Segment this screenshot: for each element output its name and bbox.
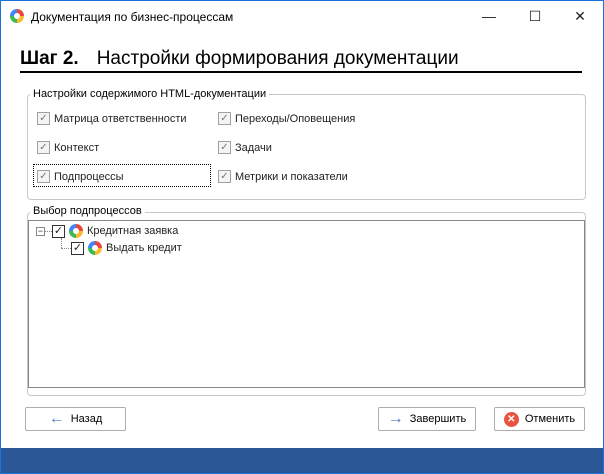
subprocess-tree[interactable]: − ✓ Кредитная заявка ✓ Выдать кредит: [28, 220, 585, 388]
page-title: Шаг 2. Настройки формирования документаци…: [20, 48, 459, 70]
cancel-button[interactable]: ✕ Отменить: [494, 407, 585, 431]
step-label: Шаг 2.: [20, 48, 79, 69]
checkbox-icon: ✓: [218, 170, 231, 183]
tree-line: [61, 248, 71, 249]
app-logo-icon: [10, 9, 24, 23]
minimize-button[interactable]: —: [466, 1, 512, 31]
window-title: Документация по бизнес-процессам: [31, 10, 234, 24]
subprocess-legend: Выбор подпроцессов: [30, 205, 145, 217]
checkbox-icon: ✓: [218, 141, 231, 154]
back-button[interactable]: ← Назад: [25, 407, 126, 431]
checkbox-metrics[interactable]: ✓ Метрики и показатели: [218, 170, 348, 183]
tree-node-issue-credit[interactable]: ✓ Выдать кредит: [71, 241, 182, 255]
arrow-left-icon: ←: [48, 410, 65, 427]
tree-node-label: Выдать кредит: [106, 242, 182, 254]
checkbox-tasks[interactable]: ✓ Задачи: [218, 141, 272, 154]
checkbox-icon: ✓: [37, 112, 50, 125]
step-title: Настройки формирования документации: [96, 48, 459, 69]
finish-label: Завершить: [409, 413, 467, 425]
checkbox-icon: ✓: [37, 141, 50, 154]
content-settings-legend: Настройки содержимого HTML-документации: [30, 88, 270, 100]
checkbox-subprocesses[interactable]: ✓ Подпроцессы: [37, 170, 124, 183]
cancel-label: Отменить: [524, 413, 576, 425]
title-divider: [20, 71, 582, 73]
tree-line: [61, 238, 62, 248]
footer-bar: [1, 448, 603, 473]
maximize-button[interactable]: ☐: [512, 1, 558, 31]
checkbox-label: Подпроцессы: [54, 170, 124, 183]
process-icon: [69, 224, 83, 238]
checkbox-context[interactable]: ✓ Контекст: [37, 141, 99, 154]
close-button[interactable]: ✕: [557, 1, 603, 31]
cancel-icon: ✕: [503, 411, 519, 427]
checkbox-label: Матрица ответственности: [54, 112, 187, 125]
checkbox-icon: ✓: [218, 112, 231, 125]
checkbox-label: Задачи: [235, 141, 272, 154]
back-label: Назад: [70, 413, 103, 425]
tree-node-label: Кредитная заявка: [87, 225, 179, 237]
arrow-right-icon: →: [387, 410, 404, 427]
checkbox-label: Метрики и показатели: [235, 170, 348, 183]
tree-line: [45, 231, 52, 232]
finish-button[interactable]: → Завершить: [378, 407, 476, 431]
collapse-toggle[interactable]: −: [36, 227, 45, 236]
checkbox-responsibility-matrix[interactable]: ✓ Матрица ответственности: [37, 112, 187, 125]
checkbox-transitions[interactable]: ✓ Переходы/Оповещения: [218, 112, 355, 125]
process-icon: [88, 241, 102, 255]
checkbox-label: Переходы/Оповещения: [235, 112, 356, 125]
tree-node-credit-application[interactable]: ✓ Кредитная заявка: [52, 224, 178, 238]
checkbox-label: Контекст: [54, 141, 100, 154]
tree-checkbox[interactable]: ✓: [71, 241, 84, 255]
checkbox-icon: ✓: [37, 170, 50, 183]
tree-checkbox[interactable]: ✓: [52, 224, 65, 238]
